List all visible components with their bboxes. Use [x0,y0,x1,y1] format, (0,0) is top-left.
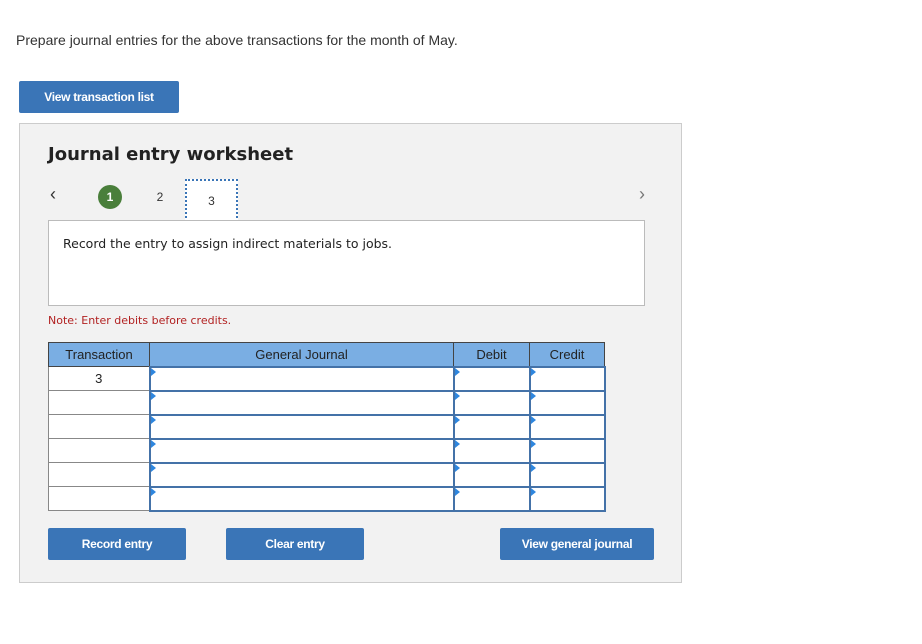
view-transaction-list-button[interactable]: View transaction list [19,81,179,113]
account-cell[interactable] [148,437,455,464]
account-input[interactable] [150,391,453,414]
account-cell[interactable] [148,413,455,440]
table-row [48,437,606,464]
debits-credits-note: Note: Enter debits before credits. [48,314,232,327]
credit-input[interactable] [530,391,604,414]
debit-input[interactable] [454,391,529,414]
transaction-cell [48,438,150,463]
view-general-journal-button[interactable]: View general journal [500,528,654,560]
transaction-cell [48,414,150,439]
header-credit: Credit [529,342,605,367]
debit-cell[interactable] [452,413,531,440]
previous-arrow-icon[interactable]: ‹ [50,184,56,205]
account-cell[interactable] [148,389,455,416]
account-cell[interactable] [148,485,455,512]
step-2[interactable]: 2 [150,185,170,209]
transaction-cell [48,462,150,487]
credit-input[interactable] [530,367,604,390]
account-input[interactable] [150,487,453,510]
worksheet-title: Journal entry worksheet [48,144,294,165]
credit-cell[interactable] [528,389,606,416]
account-cell[interactable] [148,365,455,392]
entry-description-box: Record the entry to assign indirect mate… [48,220,645,306]
credit-cell[interactable] [528,461,606,488]
credit-cell[interactable] [528,413,606,440]
debit-input[interactable] [454,463,529,486]
credit-input[interactable] [530,439,604,462]
credit-input[interactable] [530,463,604,486]
debit-input[interactable] [454,367,529,390]
account-input[interactable] [150,463,453,486]
credit-cell[interactable] [528,365,606,392]
debit-input[interactable] [454,439,529,462]
table-row [48,389,606,416]
debit-cell[interactable] [452,461,531,488]
step-3-current[interactable]: 3 [185,179,238,222]
account-input[interactable] [150,367,453,390]
debit-input[interactable] [454,415,529,438]
credit-cell[interactable] [528,485,606,512]
account-input[interactable] [150,415,453,438]
credit-input[interactable] [530,415,604,438]
table-header-row: Transaction General Journal Debit Credit [48,342,605,367]
clear-entry-button[interactable]: Clear entry [226,528,364,560]
table-row: 3 [48,365,606,392]
debit-cell[interactable] [452,485,531,512]
transaction-cell [48,486,150,511]
table-row [48,461,606,488]
debit-cell[interactable] [452,389,531,416]
credit-cell[interactable] [528,437,606,464]
credit-input[interactable] [530,487,604,510]
entry-description: Record the entry to assign indirect mate… [63,236,393,251]
journal-entry-worksheet-panel: Journal entry worksheet ‹ 1 2 3 › Record… [19,123,682,583]
step-1-completed[interactable]: 1 [98,185,122,209]
journal-entry-table: Transaction General Journal Debit Credit… [48,342,606,512]
header-transaction: Transaction [48,342,150,367]
header-debit: Debit [453,342,530,367]
record-entry-button[interactable]: Record entry [48,528,186,560]
account-input[interactable] [150,439,453,462]
account-cell[interactable] [148,461,455,488]
table-row [48,485,606,512]
debit-cell[interactable] [452,365,531,392]
debit-input[interactable] [454,487,529,510]
next-arrow-icon[interactable]: › [639,184,645,205]
transaction-cell [48,390,150,415]
table-row [48,413,606,440]
header-general-journal: General Journal [149,342,454,367]
instructions-text: Prepare journal entries for the above tr… [16,32,458,48]
transaction-cell: 3 [48,366,150,391]
debit-cell[interactable] [452,437,531,464]
